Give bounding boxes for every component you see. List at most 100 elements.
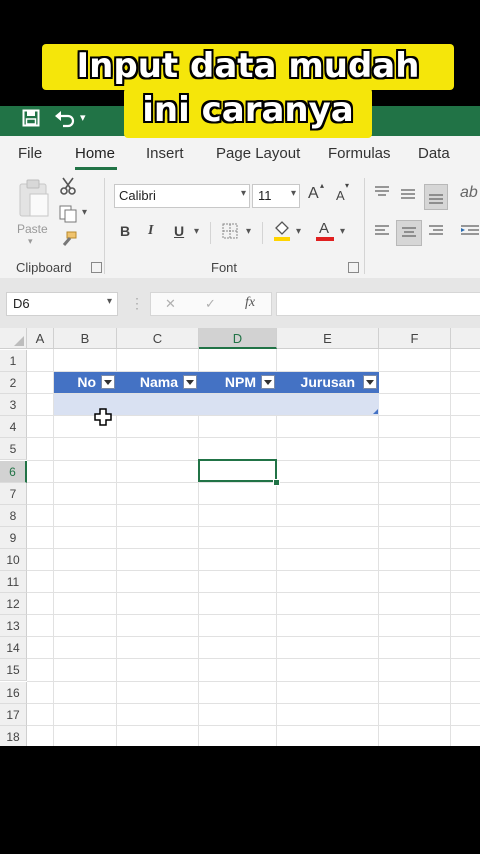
caption-line-1: Input data mudah xyxy=(42,44,454,90)
header-no-label: No xyxy=(77,374,96,390)
row-header-2[interactable]: 2 xyxy=(0,372,27,395)
bold-button[interactable]: B xyxy=(120,223,130,239)
orientation-icon[interactable]: ab xyxy=(460,184,478,202)
copy-dropdown-icon[interactable]: ▾ xyxy=(82,207,87,218)
row-header-10[interactable]: 10 xyxy=(0,548,27,571)
row-gridline xyxy=(27,525,480,527)
font-launcher-icon[interactable] xyxy=(348,262,359,273)
font-size-select[interactable]: 11 ▾ xyxy=(252,184,300,208)
paste-dropdown-icon[interactable]: ▾ xyxy=(28,236,33,247)
name-box[interactable]: D6 ▾ xyxy=(6,292,118,316)
tab-insert[interactable]: Insert xyxy=(146,145,184,162)
align-center-icon[interactable] xyxy=(396,220,422,246)
row-header-15[interactable]: 15 xyxy=(0,659,27,682)
formula-input[interactable] xyxy=(276,292,480,316)
row-header-3[interactable]: 3 xyxy=(0,394,27,417)
header-nama-label: Nama xyxy=(139,374,178,390)
worksheet-grid[interactable]: ABCDEF 1 2 3 4 5 6 7 8 9 10 11 12 13 14 15 16 17 18 No Na… xyxy=(0,328,480,746)
active-cell[interactable] xyxy=(198,459,277,482)
tab-formulas[interactable]: Formulas xyxy=(328,145,391,162)
grow-font-caret: ▴ xyxy=(320,181,325,190)
row-header-1[interactable]: 1 xyxy=(0,350,27,373)
row-header-12[interactable]: 12 xyxy=(0,593,27,616)
cursor-cross-icon xyxy=(94,408,112,431)
column-header-e[interactable]: E xyxy=(277,328,379,349)
save-icon[interactable] xyxy=(22,109,40,132)
row-header-7[interactable]: 7 xyxy=(0,482,27,505)
video-bottom-bar xyxy=(0,746,480,854)
fill-color-dropdown-icon[interactable]: ▾ xyxy=(296,226,301,237)
paste-label: Paste xyxy=(17,222,48,236)
filter-dropdown-icon[interactable] xyxy=(261,375,275,389)
table-header-jurusan[interactable]: Jurusan xyxy=(277,372,379,393)
fill-color-icon[interactable] xyxy=(272,220,292,247)
cancel-icon[interactable]: ✕ xyxy=(165,296,176,312)
tab-home[interactable]: Home xyxy=(75,145,115,162)
row-header-18[interactable]: 18 xyxy=(0,725,27,746)
column-header-c[interactable]: C xyxy=(117,328,199,349)
table-resize-handle[interactable] xyxy=(373,409,378,414)
copy-icon[interactable] xyxy=(58,204,78,229)
column-header-b[interactable]: B xyxy=(54,328,117,349)
row-header-5[interactable]: 5 xyxy=(0,438,27,461)
row-header-6[interactable]: 6 xyxy=(0,460,27,483)
undo-dropdown-icon[interactable]: ▾ xyxy=(80,111,86,124)
undo-icon[interactable] xyxy=(54,108,76,133)
table-header-npm[interactable]: NPM xyxy=(199,372,277,393)
italic-button[interactable]: I xyxy=(148,223,153,239)
column-header-f[interactable]: F xyxy=(379,328,451,349)
table-header-no[interactable]: No xyxy=(54,372,117,393)
row-header-14[interactable]: 14 xyxy=(0,637,27,660)
format-painter-icon[interactable] xyxy=(58,230,78,253)
indent-icon[interactable] xyxy=(460,224,480,243)
row-gridline xyxy=(27,614,480,616)
row-header-17[interactable]: 17 xyxy=(0,703,27,726)
column-header-blank xyxy=(451,328,480,349)
ribbon-tabs: File Home Insert Page Layout Formulas Da… xyxy=(0,136,480,174)
tab-page-layout[interactable]: Page Layout xyxy=(216,145,300,162)
filter-dropdown-icon[interactable] xyxy=(363,375,377,389)
row-gridline xyxy=(27,503,480,505)
align-middle-icon[interactable] xyxy=(400,188,416,207)
font-color-dropdown-icon[interactable]: ▾ xyxy=(340,226,345,237)
enter-icon[interactable]: ✓ xyxy=(205,296,216,312)
fill-handle[interactable] xyxy=(273,479,280,486)
name-box-grip-icon[interactable]: ⋮ xyxy=(130,295,144,312)
font-name-value: Calibri xyxy=(119,188,156,203)
shrink-font-icon[interactable]: A xyxy=(336,188,345,203)
clipboard-launcher-icon[interactable] xyxy=(91,262,102,273)
column-header-d[interactable]: D xyxy=(199,328,277,349)
font-color-icon[interactable]: A xyxy=(316,220,334,242)
formula-buttons: ✕ ✓ fx xyxy=(150,292,272,316)
align-right-icon[interactable] xyxy=(428,224,444,243)
active-tab-indicator xyxy=(75,167,117,170)
cut-icon[interactable] xyxy=(58,176,78,201)
select-all-corner[interactable] xyxy=(0,328,27,349)
row-header-11[interactable]: 11 xyxy=(0,571,27,594)
formula-bar: D6 ▾ ⋮ ✕ ✓ fx xyxy=(0,278,480,328)
row-header-13[interactable]: 13 xyxy=(0,615,27,638)
insert-function-icon[interactable]: fx xyxy=(245,295,255,311)
row-header-8[interactable]: 8 xyxy=(0,504,27,527)
underline-dropdown-icon[interactable]: ▾ xyxy=(194,226,199,237)
column-header-a[interactable]: A xyxy=(27,328,54,349)
underline-button[interactable]: U xyxy=(174,223,184,239)
align-top-icon[interactable] xyxy=(374,185,390,204)
align-bottom-icon[interactable] xyxy=(424,184,448,210)
row-header-4[interactable]: 4 xyxy=(0,416,27,439)
tab-file[interactable]: File xyxy=(18,145,42,162)
borders-dropdown-icon[interactable]: ▾ xyxy=(246,226,251,237)
filter-dropdown-icon[interactable] xyxy=(183,375,197,389)
table-header-nama[interactable]: Nama xyxy=(117,372,199,393)
font-name-select[interactable]: Calibri ▾ xyxy=(114,184,250,208)
row-gridline xyxy=(27,724,480,726)
grow-font-icon[interactable]: A xyxy=(308,185,319,203)
row-header-16[interactable]: 16 xyxy=(0,681,27,704)
paste-button[interactable]: Paste xyxy=(14,178,54,240)
borders-icon[interactable] xyxy=(222,223,238,244)
row-header-9[interactable]: 9 xyxy=(0,526,27,549)
align-left-icon[interactable] xyxy=(374,224,390,243)
row-gridline xyxy=(27,592,480,594)
filter-dropdown-icon[interactable] xyxy=(101,375,115,389)
tab-data[interactable]: Data xyxy=(418,145,450,162)
